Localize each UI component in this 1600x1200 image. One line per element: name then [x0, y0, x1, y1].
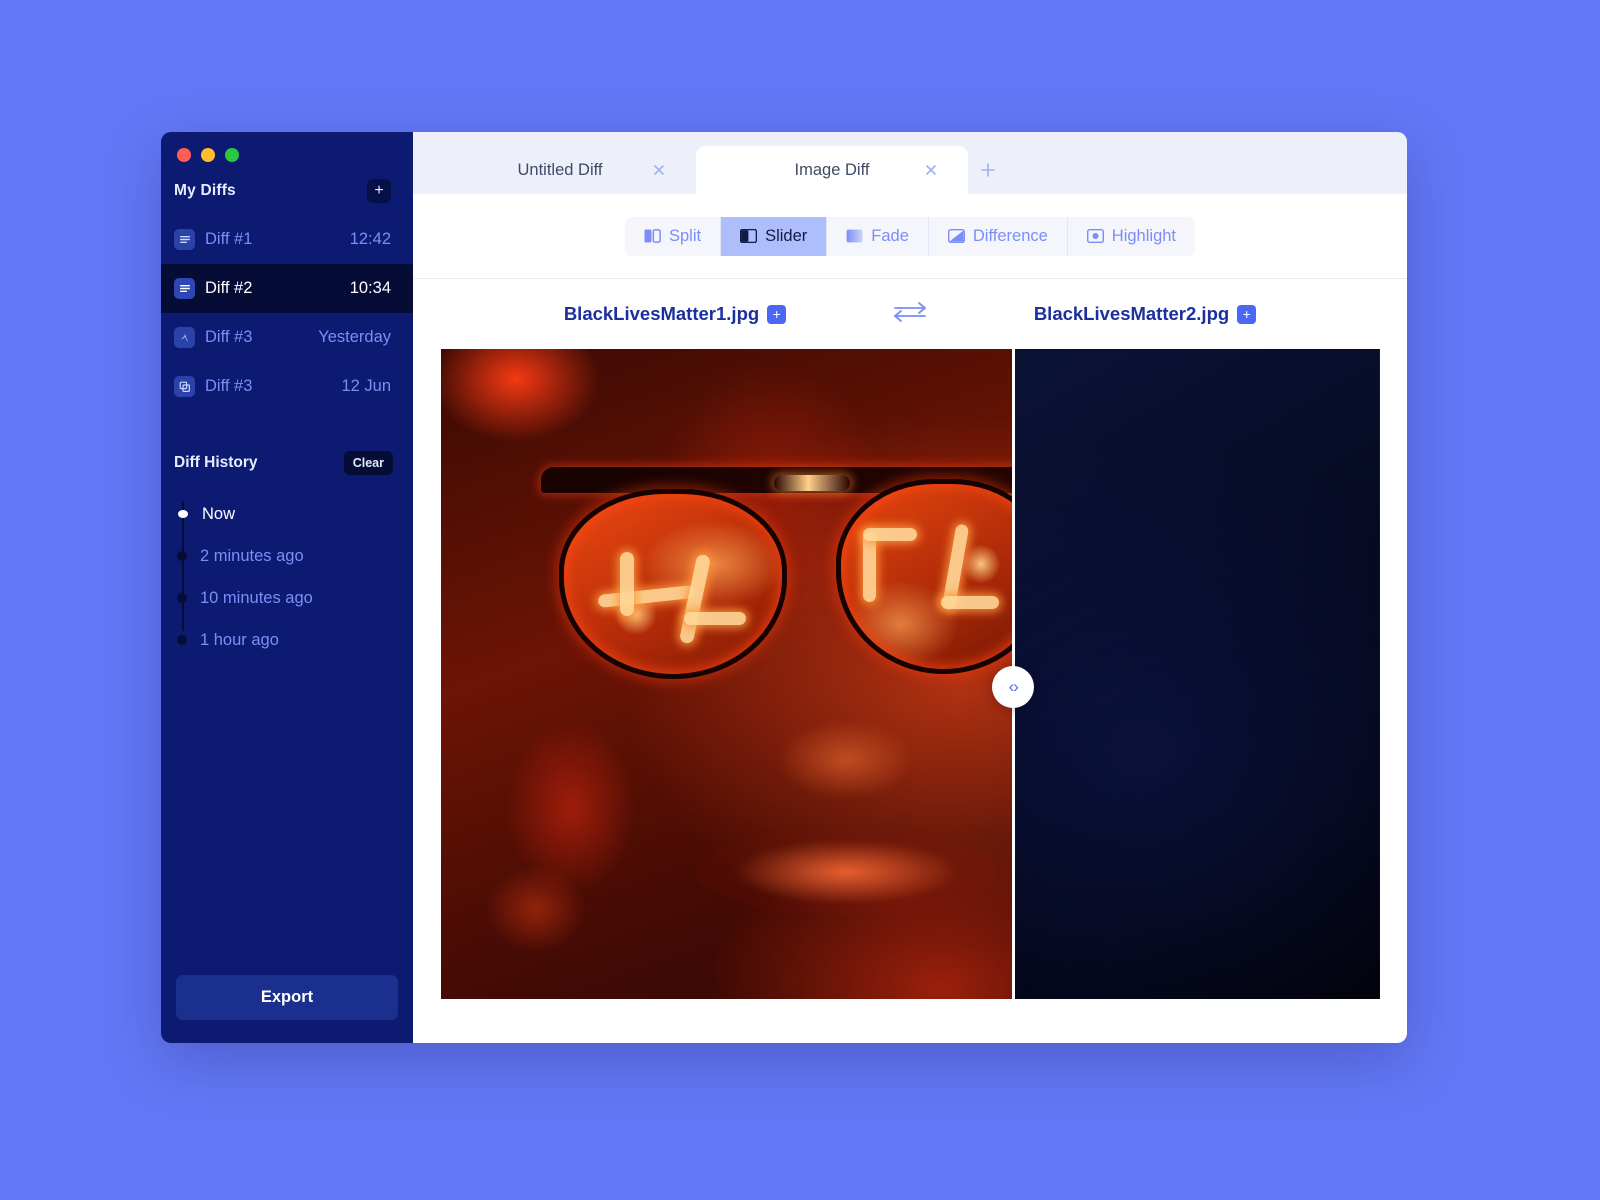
diff-item-label: Diff #1	[205, 230, 253, 248]
diff-item-label: Diff #3	[205, 328, 253, 346]
tab-untitled-diff[interactable]: Untitled Diff	[424, 146, 696, 194]
right-file-name: BlackLivesMatter2.jpg	[1033, 303, 1230, 324]
diff-item-time: 12 Jun	[341, 377, 391, 395]
export-button[interactable]: Export	[176, 975, 398, 1020]
history-item-now[interactable]: Now	[174, 493, 413, 535]
app-window: My Diffs + Diff #1 12:42 Diff #2 10:34 D…	[161, 132, 1407, 1043]
zoom-window-button[interactable]	[225, 148, 239, 162]
add-left-file-button[interactable]: +	[767, 304, 787, 324]
history-item-10min[interactable]: 10 minutes ago	[174, 577, 413, 619]
pdf-file-icon	[174, 327, 195, 348]
sidebar: My Diffs + Diff #1 12:42 Diff #2 10:34 D…	[161, 132, 413, 1043]
face-nose-highlight	[750, 699, 941, 809]
mode-label: Fade	[871, 226, 909, 245]
mode-label: Difference	[972, 226, 1048, 245]
sidebar-header: My Diffs +	[161, 162, 413, 211]
mode-label: Highlight	[1111, 226, 1177, 245]
timeline-dot-icon	[177, 551, 187, 561]
timeline-dot-icon	[177, 593, 187, 603]
history-item-label: 2 minutes ago	[200, 546, 304, 565]
left-file-group: BlackLivesMatter1.jpg +	[475, 303, 875, 325]
timeline-dot-icon	[177, 635, 187, 645]
left-right-chevrons-icon: ‹›	[1008, 677, 1019, 696]
mode-button-difference[interactable]: Difference	[929, 216, 1068, 256]
glasses-bridge	[773, 475, 850, 491]
mode-button-highlight[interactable]: Highlight	[1068, 217, 1195, 256]
left-file-name: BlackLivesMatter1.jpg	[563, 303, 760, 324]
plus-icon	[981, 163, 995, 177]
tab-label: Untitled Diff	[517, 160, 603, 179]
image-compare-wrapper: ‹›	[413, 349, 1407, 1043]
document-lines-icon	[174, 278, 195, 299]
diff-list-item-1[interactable]: Diff #1 12:42	[161, 215, 413, 264]
sidebar-title: My Diffs	[174, 182, 236, 199]
diff-list-item-2[interactable]: Diff #2 10:34	[161, 264, 413, 313]
mode-label: Split	[668, 226, 702, 245]
mode-button-slider[interactable]: Slider	[721, 216, 828, 256]
highlight-dot-icon	[1086, 229, 1104, 243]
diff-history-header: Diff History Clear	[161, 411, 413, 475]
layers-icon	[174, 376, 195, 397]
minimize-window-button[interactable]	[201, 148, 215, 162]
left-lens-neon-reflection	[558, 489, 787, 679]
swap-arrows-icon	[889, 299, 931, 330]
history-item-label: 10 minutes ago	[200, 588, 313, 607]
diff-list-item-3[interactable]: Diff #3 Yesterday	[161, 313, 413, 362]
close-window-button[interactable]	[177, 148, 191, 162]
diff-item-time: Yesterday	[318, 328, 391, 346]
close-icon[interactable]	[650, 161, 668, 179]
mode-label: Slider	[765, 226, 808, 245]
mode-button-fade[interactable]: Fade	[827, 216, 929, 256]
diff-history-timeline: Now 2 minutes ago 10 minutes ago 1 hour …	[174, 493, 413, 661]
tab-bar: Untitled Diff Image Diff	[413, 132, 1407, 194]
close-icon[interactable]	[922, 161, 940, 179]
history-item-label: 1 hour ago	[200, 630, 279, 649]
tab-image-diff[interactable]: Image Diff	[696, 146, 968, 194]
file-names-row: BlackLivesMatter1.jpg + BlackLivesMatter…	[413, 279, 1407, 349]
history-item-2min[interactable]: 2 minutes ago	[174, 535, 413, 577]
swap-images-button[interactable]	[875, 299, 945, 330]
add-diff-button[interactable]: +	[367, 179, 391, 203]
diff-item-time: 10:34	[349, 279, 391, 297]
history-item-label: Now	[202, 504, 236, 523]
diff-item-label: Diff #3	[205, 377, 253, 395]
compare-mode-toolbar: Split Slider Fade Difference Highlight	[413, 194, 1407, 279]
right-file-group: BlackLivesMatter2.jpg +	[945, 303, 1345, 325]
add-right-file-button[interactable]: +	[1237, 304, 1257, 324]
tab-label: Image Diff	[794, 160, 870, 179]
compare-mode-segmented-control: Split Slider Fade Difference Highlight	[624, 216, 1196, 256]
window-traffic-lights	[161, 132, 413, 162]
diff-list: Diff #1 12:42 Diff #2 10:34 Diff #3 Yest…	[161, 215, 413, 411]
diagonal-split-icon	[947, 229, 965, 243]
new-tab-button[interactable]	[968, 146, 1008, 194]
diff-history-title: Diff History	[174, 454, 258, 471]
timeline-dot-icon	[178, 510, 188, 518]
slider-split-icon	[740, 229, 758, 243]
face-lips-highlight	[695, 829, 996, 915]
history-item-1hour[interactable]: 1 hour ago	[174, 619, 413, 661]
fade-gradient-icon	[846, 229, 863, 243]
split-panes-icon	[644, 229, 661, 243]
diff-item-time: 12:42	[349, 230, 391, 248]
main-panel: Untitled Diff Image Diff Split Slider Fa…	[413, 132, 1407, 1043]
diff-item-label: Diff #2	[205, 279, 253, 297]
slider-handle[interactable]: ‹›	[992, 666, 1035, 708]
image-compare-viewer[interactable]: ‹›	[440, 349, 1380, 999]
document-lines-icon	[174, 229, 195, 250]
clear-history-button[interactable]: Clear	[343, 451, 393, 475]
mode-button-split[interactable]: Split	[625, 216, 722, 256]
diff-list-item-4[interactable]: Diff #3 12 Jun	[161, 362, 413, 411]
